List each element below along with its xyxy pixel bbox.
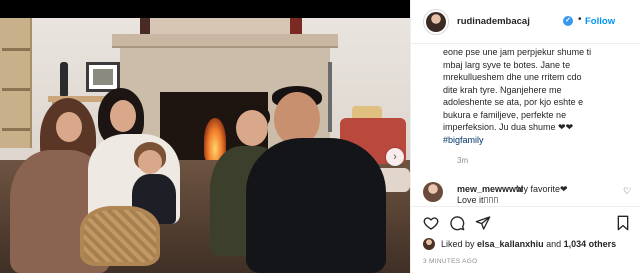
comment-text-line2: Love it▯▯▯ xyxy=(457,195,499,203)
photo-shelf xyxy=(0,18,32,148)
caption-line: mbaj larg syve te botes. Jane te xyxy=(443,59,571,70)
post-actions xyxy=(411,206,640,236)
share-icon[interactable] xyxy=(475,215,491,231)
follow-button[interactable]: Follow xyxy=(585,16,615,27)
liker-username[interactable]: elsa_kallanxhiu xyxy=(477,239,544,249)
chevron-right-icon: › xyxy=(393,150,397,163)
comment-icon[interactable] xyxy=(449,215,465,231)
author-avatar[interactable] xyxy=(423,9,449,35)
photo-top-band xyxy=(0,0,410,18)
heart-icon[interactable] xyxy=(423,215,439,231)
header-separator: • xyxy=(578,14,582,25)
caption-line: bukura e familjeve, perfekte ne xyxy=(443,109,567,120)
liker-avatar[interactable] xyxy=(423,238,435,250)
caption-line: adoleshente se ata, por kjo eshte e xyxy=(443,97,584,107)
instagram-post: › rudinadembacaj ✓ • Follow eone pse une… xyxy=(0,0,640,273)
post-sidebar: rudinadembacaj ✓ • Follow eone pse une j… xyxy=(410,0,640,273)
likes-row: Liked by elsa_kallanxhiu and 1,034 other… xyxy=(411,236,640,252)
post-caption: eone pse une jam perpjekur shume ti mbaj… xyxy=(443,46,633,146)
photo-mantel xyxy=(112,34,338,48)
photo-basket xyxy=(80,206,160,266)
post-photo[interactable]: › xyxy=(0,0,410,273)
commenter-avatar[interactable] xyxy=(423,182,443,202)
author-avatar-image xyxy=(426,12,446,32)
caption-line: mrekullueshem dhe une rritem cdo xyxy=(443,72,582,82)
save-icon[interactable] xyxy=(615,215,631,231)
post-header: rudinadembacaj ✓ • Follow xyxy=(411,0,640,44)
comment-row: mew_mewwww My favorite❤ Love it▯▯▯ ♡ xyxy=(411,178,640,208)
photo-lamp-stand xyxy=(328,62,332,132)
photo-chimney-candle xyxy=(290,18,302,34)
comment-text: My favorite❤ xyxy=(516,184,568,194)
commenter-username[interactable]: mew_mewwww xyxy=(457,184,523,194)
photo-picture-frame xyxy=(86,62,120,92)
caption-line: imperfeksion. Ju dua shume ❤❤ xyxy=(443,122,574,132)
caption-time: 3m xyxy=(457,156,469,165)
likes-others-count[interactable]: 1,034 others xyxy=(564,239,617,249)
caption-line: dite krah tyre. Nganjehere me xyxy=(443,84,562,95)
post-timestamp: 3 MINUTES AGO xyxy=(423,258,478,265)
carousel-next-button[interactable]: › xyxy=(386,148,404,166)
photo-bottle xyxy=(60,62,68,96)
caption-hashtag-link[interactable]: #bigfamily xyxy=(443,134,633,147)
likes-text[interactable]: Liked by elsa_kallanxhiu and 1,034 other… xyxy=(441,239,616,249)
verified-badge-icon: ✓ xyxy=(563,16,573,26)
comment-like-icon[interactable]: ♡ xyxy=(623,186,631,197)
caption-line: eone pse une jam perpjekur shume ti xyxy=(443,47,592,57)
author-username[interactable]: rudinadembacaj xyxy=(457,16,530,27)
